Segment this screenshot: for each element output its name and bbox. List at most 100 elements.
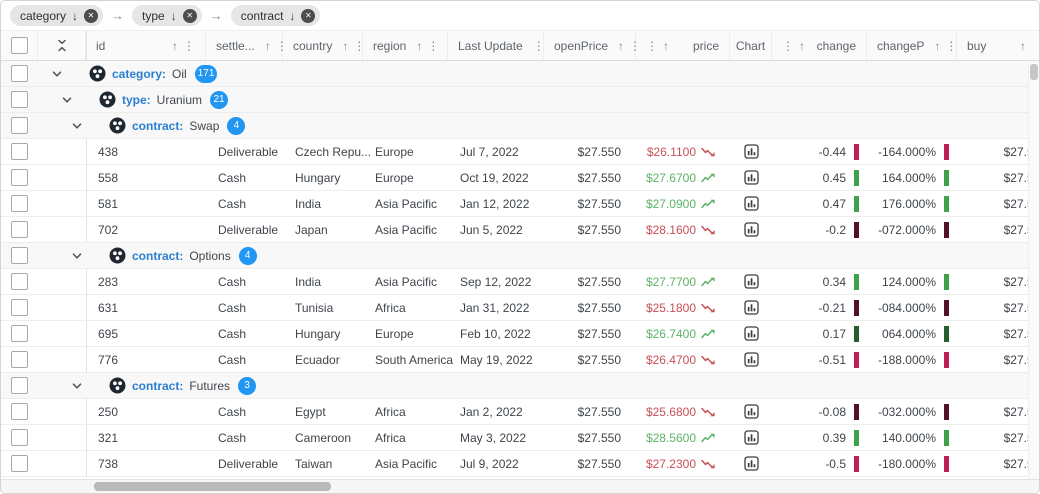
chevron-down-icon[interactable] [61,94,73,106]
row-checkbox[interactable] [11,273,28,290]
column-header-country[interactable]: country ↑ ⋮ [283,31,365,60]
row-checkbox[interactable] [11,117,28,134]
cell-price: $27.0900 [636,191,730,216]
row-checkbox[interactable] [11,429,28,446]
group-row-uranium[interactable]: type: Uranium 21 [1,87,1039,113]
row-checkbox[interactable] [11,195,28,212]
chart-icon[interactable] [743,456,759,471]
chevron-down-icon[interactable] [71,120,83,132]
chart-icon[interactable] [743,222,759,237]
select-all-checkbox[interactable] [10,37,28,54]
row-checkbox[interactable] [11,65,28,82]
chart-icon[interactable] [743,326,759,341]
row-select-cell [1,243,38,268]
data-row-581[interactable]: 581 Cash India Asia Pacific Jan 12, 2022 $27.… [1,191,1039,217]
cell-region: Europe [375,326,414,341]
row-checkbox[interactable] [11,325,28,342]
remove-chip-icon[interactable]: ✕ [301,8,316,23]
sort-asc-icon[interactable]: ↑ [618,39,624,53]
data-row-438[interactable]: 438 Deliverable Czech Repu... Europe Jul 7, … [1,139,1039,165]
data-row-250[interactable]: 250 Cash Egypt Africa Jan 2, 2022 $27.550 $25.… [1,399,1039,425]
chevron-down-icon[interactable] [71,250,83,262]
sort-asc-icon[interactable]: ↑ [342,39,348,53]
row-checkbox[interactable] [11,169,28,186]
column-menu-icon[interactable]: ⋮ [533,39,545,53]
collapse-all-icon[interactable] [56,38,68,53]
vertical-scrollbar[interactable] [1028,62,1039,479]
data-row-776[interactable]: 776 Cash Ecuador South America May 19, 2022 $… [1,347,1039,373]
column-menu-icon[interactable]: ⋮ [945,39,957,53]
cell-id: 438 [86,139,206,164]
chevron-down-icon[interactable] [51,68,63,80]
column-header-id[interactable]: id ↑ ⋮ [86,31,206,60]
sort-asc-icon[interactable]: ↑ [934,39,940,53]
data-row-283[interactable]: 283 Cash India Asia Pacific Sep 12, 2022 $27.… [1,269,1039,295]
row-checkbox[interactable] [11,403,28,420]
sort-down-icon[interactable]: ↓ [72,10,78,22]
remove-chip-icon[interactable]: ✕ [182,8,197,23]
column-menu-icon[interactable]: ⋮ [427,39,439,53]
sort-asc-icon[interactable]: ↑ [799,39,805,53]
sort-asc-icon[interactable]: ↑ [172,39,178,53]
sort-asc-icon[interactable]: ↑ [416,39,422,53]
cell-region: Asia Pacific [375,274,438,289]
remove-chip-icon[interactable]: ✕ [84,8,99,23]
row-checkbox[interactable] [11,91,28,108]
row-checkbox[interactable] [11,299,28,316]
change-bar [944,299,949,316]
data-row-695[interactable]: 695 Cash Hungary Europe Feb 10, 2022 $27.550 $… [1,321,1039,347]
chart-icon[interactable] [743,430,759,445]
column-menu-icon[interactable]: ⋮ [183,39,195,53]
group-row-oil[interactable]: category: Oil 171 [1,61,1039,87]
horizontal-scrollbar[interactable] [1,479,1039,493]
column-header-region[interactable]: region ↑ ⋮ [363,31,448,60]
sort-down-icon[interactable]: ↓ [171,10,177,22]
column-header-label: changeP [877,38,925,53]
column-menu-icon[interactable]: ⋮ [646,39,658,53]
group-row-options[interactable]: contract: Options 4 [1,243,1039,269]
row-checkbox[interactable] [11,247,28,264]
data-row-558[interactable]: 558 Cash Hungary Europe Oct 19, 2022 $27.550 $… [1,165,1039,191]
column-header-settle[interactable]: settle... ↑ ⋮ [206,31,288,60]
group-chip-category[interactable]: category ↓ ✕ [10,5,104,26]
column-header-open[interactable]: openPrice ↑ ⋮ [544,31,641,60]
chevron-down-icon[interactable] [71,380,83,392]
group-row-futures[interactable]: contract: Futures 3 [1,373,1039,399]
group-chip-contract[interactable]: contract ↓ ✕ [230,5,321,26]
column-header-change[interactable]: ⋮ ↑ change [772,31,867,60]
chart-icon[interactable] [743,170,759,185]
sort-asc-icon[interactable]: ↑ [663,39,669,53]
data-row-321[interactable]: 321 Cash Cameroon Africa May 3, 2022 $27.550 $… [1,425,1039,451]
column-header-price[interactable]: ⋮ ↑ price [636,31,730,60]
vertical-scrollbar-thumb[interactable] [1030,64,1038,80]
group-chip-type[interactable]: type ↓ ✕ [132,5,202,26]
chart-icon[interactable] [743,144,759,159]
chart-icon[interactable] [743,274,759,289]
column-header-chart[interactable]: Chart [730,31,772,60]
price-value: $25.6800 [645,404,696,419]
row-checkbox[interactable] [11,351,28,368]
row-checkbox[interactable] [11,377,28,394]
chart-icon[interactable] [743,352,759,367]
data-row-702[interactable]: 702 Deliverable Japan Asia Pacific Jun 5, 20… [1,217,1039,243]
chart-icon[interactable] [743,404,759,419]
sort-asc-icon[interactable]: ↑ [265,39,271,53]
cell-change: -0.5 [772,451,867,476]
column-header-changeP[interactable]: changeP ↑ ⋮ [867,31,957,60]
row-checkbox[interactable] [11,143,28,160]
data-row-738[interactable]: 738 Deliverable Taiwan Asia Pacific Jul 9, 2… [1,451,1039,477]
cell-region: Asia Pacific [375,456,438,471]
column-header-buy[interactable]: buy ↑ [957,31,1039,60]
column-header-date[interactable]: Last Update ⋮ [448,31,545,60]
group-row-swap[interactable]: contract: Swap 4 [1,113,1039,139]
row-checkbox[interactable] [11,221,28,238]
group-chip-label: type [142,8,165,23]
horizontal-scrollbar-thumb[interactable] [94,482,331,491]
chart-icon[interactable] [743,196,759,211]
column-menu-icon[interactable]: ⋮ [782,39,794,53]
chart-icon[interactable] [743,300,759,315]
row-checkbox[interactable] [11,455,28,472]
sort-asc-icon[interactable]: ↑ [1020,39,1026,53]
data-row-631[interactable]: 631 Cash Tunisia Africa Jan 31, 2022 $27.550 $… [1,295,1039,321]
sort-down-icon[interactable]: ↓ [289,10,295,22]
